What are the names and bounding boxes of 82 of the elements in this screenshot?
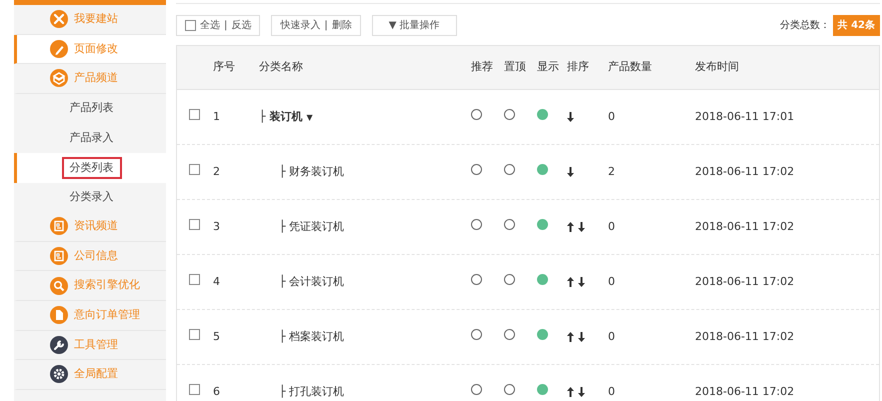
recommend-toggle[interactable] [471,218,482,230]
row-number: 2 [213,164,220,178]
product-count: 0 [608,330,615,343]
category-name[interactable]: ├ 打孔装订机 [279,384,344,398]
publish-time: 2018-06-11 17:02 [695,164,794,178]
column-header: 发布时间 [695,60,739,74]
up-arrow-icon[interactable] [567,276,574,287]
visibility-dot[interactable] [537,108,548,120]
category-name[interactable]: ├ 会计装订机 [279,274,344,288]
recommend-toggle[interactable] [471,384,482,395]
category-name[interactable]: ├ 装订机 [259,110,302,123]
separator: | [324,19,328,33]
select-all-checkbox[interactable] [185,20,196,31]
visibility-dot[interactable] [537,384,548,395]
recommend-toggle[interactable] [471,328,482,340]
publish-time: 2018-06-11 17:02 [695,330,794,343]
column-header: 排序 [567,60,589,74]
highlighted-label: 分类列表 [62,156,122,180]
row-checkbox[interactable] [189,328,200,340]
sidebar-subitem[interactable]: 分类录入 [14,182,166,212]
pin-toggle[interactable] [504,108,515,120]
publish-time: 2018-06-11 17:01 [695,110,794,123]
sidebar-subitem[interactable]: 产品列表 [14,94,166,124]
total-count-badge: 共 42条 [832,15,880,36]
row-checkbox[interactable] [189,218,200,230]
column-header: 分类名称 [259,60,303,74]
down-arrow-icon[interactable] [578,332,585,342]
pin-toggle[interactable] [504,384,515,395]
column-header: 序号 [213,60,235,74]
category-name[interactable]: ├ 财务装订机 [279,164,344,178]
caret-icon[interactable]: ▼ [306,112,313,124]
pin-toggle[interactable] [504,218,515,230]
recommend-toggle[interactable] [471,108,482,120]
row-checkbox[interactable] [189,108,200,120]
pin-toggle[interactable] [504,274,515,285]
product-count: 2 [608,164,615,178]
row-number: 3 [213,220,220,233]
product-count: 0 [608,384,615,398]
up-arrow-icon[interactable] [567,332,574,342]
up-arrow-icon[interactable] [567,222,574,232]
batch-operation-button[interactable]: ▼ 批量操作 [372,15,457,36]
publish-time: 2018-06-11 17:02 [695,220,794,233]
down-arrow-icon[interactable] [578,276,585,287]
category-name[interactable]: ├ 凭证装订机 [279,220,344,233]
separator: | [224,19,228,33]
sidebar-subitem[interactable]: 分类列表 [14,152,166,183]
product-count: 0 [608,110,615,123]
column-header: 显示 [537,60,559,74]
visibility-dot[interactable] [537,274,548,285]
down-arrow-icon[interactable] [567,112,574,122]
publish-time: 2018-06-11 17:02 [695,384,794,398]
delete-link[interactable]: 删除 [332,18,352,33]
pin-toggle[interactable] [504,328,515,340]
column-header: 置顶 [504,60,526,74]
product-count: 0 [608,220,615,233]
row-number: 6 [213,384,220,398]
column-header: 产品数量 [608,60,652,74]
row-checkbox[interactable] [189,274,200,285]
invert-selection-link[interactable]: 反选 [231,18,252,33]
up-arrow-icon[interactable] [567,386,574,397]
visibility-dot[interactable] [537,218,548,230]
row-checkbox[interactable] [189,164,200,175]
total-label: 分类总数： [780,18,830,33]
down-arrow-icon[interactable] [567,166,574,177]
product-count: 0 [608,274,615,288]
sidebar-subitem[interactable]: 产品录入 [14,123,166,153]
column-header: 推荐 [471,60,493,74]
visibility-dot[interactable] [537,164,548,175]
row-number: 5 [213,330,220,343]
publish-time: 2018-06-11 17:02 [695,274,794,288]
row-number: 1 [213,110,220,123]
row-number: 4 [213,274,220,288]
down-arrow-icon[interactable] [578,386,585,397]
recommend-toggle[interactable] [471,274,482,285]
down-arrow-icon[interactable] [578,222,585,232]
visibility-dot[interactable] [537,328,548,340]
pin-toggle[interactable] [504,164,515,175]
quick-add-link[interactable]: 快速录入 [280,18,320,33]
recommend-toggle[interactable] [471,164,482,175]
select-all-link[interactable]: 全选 [200,18,220,33]
row-checkbox[interactable] [189,384,200,395]
category-name[interactable]: ├ 档案装订机 [279,330,344,343]
